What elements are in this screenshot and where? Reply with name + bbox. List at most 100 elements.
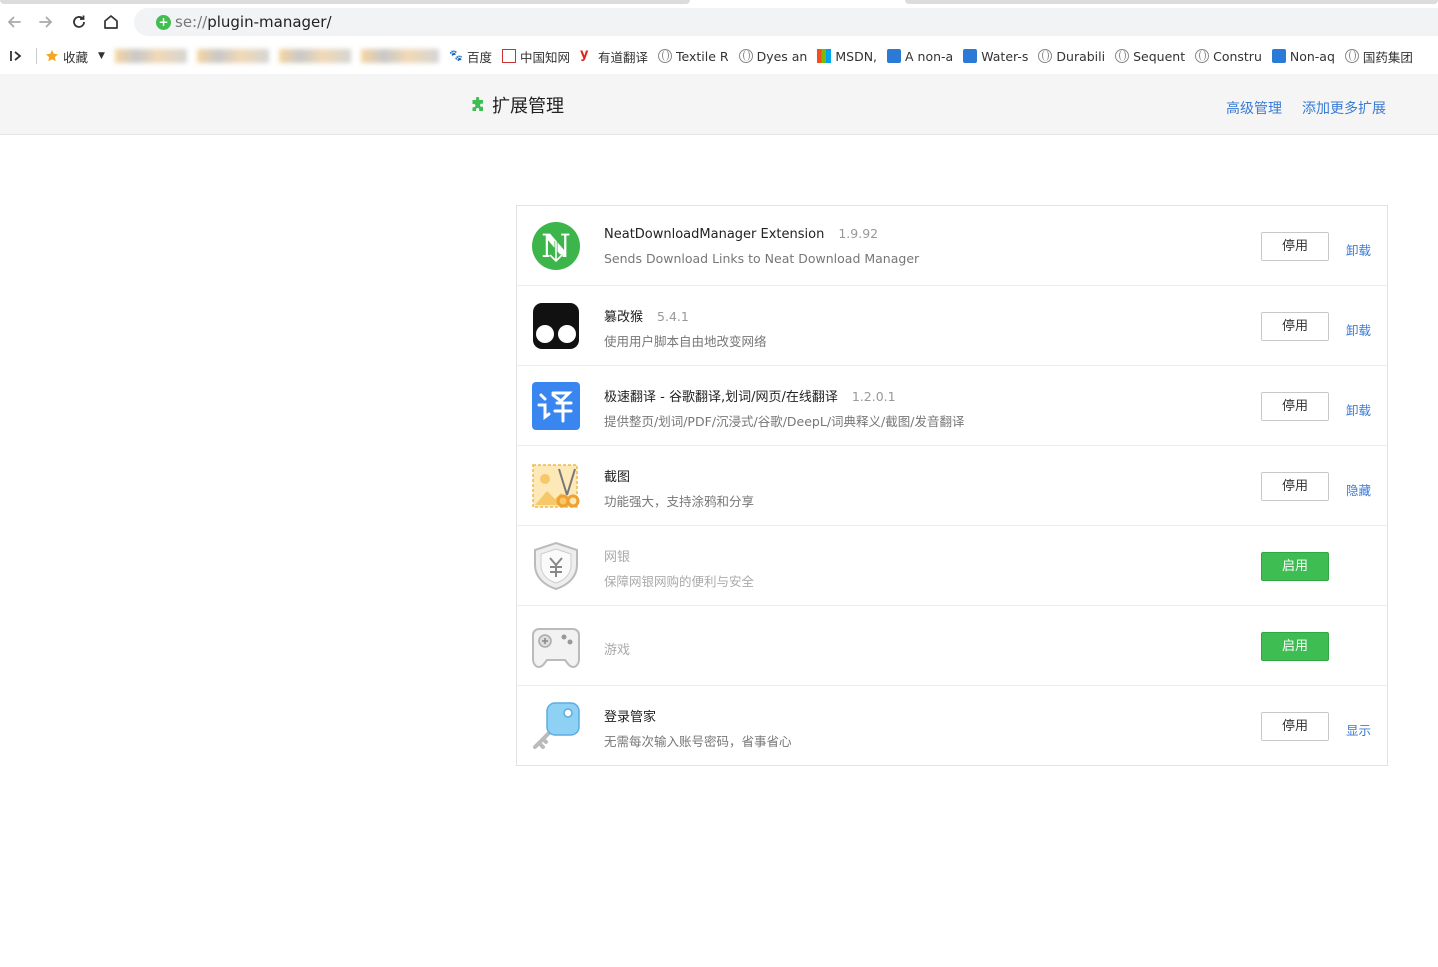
extension-name-line: 篡改猴 5.4.1 — [604, 306, 689, 325]
tab-background — [905, 0, 1438, 4]
hide-link[interactable]: 隐藏 — [1346, 480, 1371, 499]
extension-description: 提供整页/划词/PDF/沉浸式/谷歌/DeepL/词典释义/截图/发音翻译 — [604, 414, 965, 429]
extension-name-line: 网银 — [604, 546, 630, 565]
extension-version: 5.4.1 — [657, 309, 689, 324]
uninstall-link[interactable]: 卸载 — [1346, 400, 1371, 419]
bookmark-item[interactable]: y 有道翻译 — [579, 45, 648, 67]
extension-row-neat-download: N NeatDownloadManager Extension 1.9.92 S… — [517, 206, 1387, 286]
gamepad-icon — [532, 628, 580, 669]
back-button[interactable] — [2, 10, 26, 34]
bookmark-item[interactable]: Textile R — [657, 45, 729, 67]
globe-icon — [738, 49, 753, 63]
bookmark-label: 有道翻译 — [597, 49, 648, 65]
show-link[interactable]: 显示 — [1346, 720, 1371, 739]
address-path: plugin-manager/ — [207, 13, 332, 31]
globe-icon — [1195, 49, 1210, 63]
page-header: 扩展管理 高级管理 添加更多扩展 — [0, 74, 1438, 135]
bookmark-item[interactable]: Constru — [1195, 45, 1262, 67]
blurred-bookmark[interactable] — [196, 49, 269, 63]
bookmark-item[interactable]: Water-s — [963, 45, 1028, 67]
disable-button[interactable]: 停用 — [1261, 312, 1329, 341]
bookmark-label: Sequent — [1133, 48, 1186, 64]
bookmark-item[interactable]: MSDN, — [817, 45, 877, 67]
blurred-bookmark[interactable] — [360, 49, 439, 63]
bookmark-items: 🐾 百度 中国知网 y 有道翻译 Textile R Dyes an MSDN, A non-a… — [448, 45, 1423, 67]
bank-shield-icon — [534, 541, 578, 591]
reload-button[interactable] — [67, 10, 91, 34]
bookmark-item[interactable]: A non-a — [887, 45, 953, 67]
extension-row-fast-translate: 极速翻译 - 谷歌翻译,划词/网页/在线翻译 1.2.0.1 提供整页/划词/P… — [517, 366, 1387, 446]
enable-button[interactable]: 启用 — [1261, 632, 1329, 661]
add-more-extensions-link[interactable]: 添加更多扩展 — [1302, 98, 1386, 118]
reload-icon — [73, 15, 85, 28]
disable-button[interactable]: 停用 — [1261, 472, 1329, 501]
advanced-management-link[interactable]: 高级管理 — [1226, 98, 1282, 118]
bookmark-item[interactable]: Dyes an — [738, 45, 808, 67]
address-scheme: se:// — [175, 13, 208, 31]
extension-name-line: 登录管家 — [604, 706, 656, 725]
sidebar-toggle-button[interactable] — [2, 40, 30, 72]
bookmark-item[interactable]: Sequent — [1115, 45, 1185, 67]
home-icon — [104, 15, 118, 29]
extension-row-screenshot: 截图 功能强大，支持涂鸦和分享 停用 隐藏 — [517, 446, 1387, 526]
uninstall-link[interactable]: 卸载 — [1346, 240, 1371, 259]
home-button[interactable] — [99, 10, 123, 34]
enable-button[interactable]: 启用 — [1261, 552, 1329, 581]
bookmark-item[interactable]: 中国知网 — [501, 45, 570, 67]
globe-icon — [1344, 49, 1359, 63]
screenshot-icon — [532, 464, 580, 508]
youdao-icon: y — [579, 48, 594, 63]
extension-name: 篡改猴 — [604, 310, 644, 325]
extension-description: Sends Download Links to Neat Download Ma… — [604, 251, 920, 266]
bookmark-item[interactable]: 🐾 百度 — [448, 45, 492, 67]
cnki-icon — [501, 49, 516, 63]
extension-row-games: 游戏 启用 — [517, 606, 1387, 686]
extension-row-online-banking: 网银 保障网银网购的便利与安全 启用 — [517, 526, 1387, 606]
bookmark-label: Durabili — [1056, 48, 1106, 64]
extension-version: 1.2.0.1 — [851, 389, 896, 404]
blurred-bookmark[interactable] — [278, 49, 351, 63]
disable-button[interactable]: 停用 — [1261, 392, 1329, 421]
globe-icon — [657, 49, 672, 63]
bookmarks-bar: 收藏 ▼ 🐾 百度 中国知网 y 有道翻译 Textile R Dyes an MSDN, A … — [0, 40, 1438, 72]
tab-background — [0, 0, 690, 4]
baidu-icon: 🐾 — [448, 49, 463, 63]
extension-list: N NeatDownloadManager Extension 1.9.92 S… — [516, 205, 1388, 766]
bookmarks-divider — [36, 48, 37, 64]
extension-version: 1.9.92 — [838, 226, 879, 241]
bookmark-favorites[interactable]: 收藏 ▼ — [45, 45, 105, 67]
extension-row-login-manager: 登录管家 无需每次输入账号密码，省事省心 停用 显示 — [517, 686, 1387, 765]
bookmark-label: Dyes an — [756, 48, 808, 64]
extension-description: 使用用户脚本自由地改变网络 — [604, 334, 767, 349]
tampermonkey-icon — [533, 303, 579, 349]
sidebar-toggle-icon — [10, 51, 22, 61]
extension-name-line: 截图 — [604, 466, 630, 485]
disable-button[interactable]: 停用 — [1261, 232, 1329, 261]
bookmark-item[interactable]: Non-aq — [1271, 45, 1335, 67]
extension-row-tampermonkey: 篡改猴 5.4.1 使用用户脚本自由地改变网络 停用 卸载 — [517, 286, 1387, 366]
extension-name: NeatDownloadManager Extension — [604, 227, 825, 242]
extension-name: 游戏 — [604, 643, 631, 658]
bookmark-label: 国药集团 — [1362, 49, 1413, 65]
blurred-bookmark[interactable] — [114, 49, 187, 63]
puzzle-icon — [472, 97, 483, 111]
bookmark-label: MSDN, — [835, 48, 878, 64]
extension-description: 保障网银网购的便利与安全 — [604, 574, 755, 589]
bookmark-label: A non-a — [905, 48, 954, 64]
extension-description: 无需每次输入账号密码，省事省心 — [604, 734, 792, 749]
msdn-icon — [817, 49, 832, 63]
star-icon — [46, 50, 58, 62]
forward-button[interactable] — [34, 10, 58, 34]
security-shield-icon: + — [156, 14, 171, 30]
uninstall-link[interactable]: 卸载 — [1346, 320, 1371, 339]
disable-button[interactable]: 停用 — [1261, 712, 1329, 741]
site-icon — [1271, 49, 1286, 63]
bookmark-item[interactable]: 国药集团 — [1344, 45, 1413, 67]
address-bar[interactable]: + se:// plugin-manager/ — [134, 8, 1438, 36]
extension-name: 截图 — [604, 470, 631, 485]
bookmark-item[interactable]: Durabili — [1038, 45, 1105, 67]
bookmark-label: 收藏 — [63, 49, 89, 65]
page-title-text: 扩展管理 — [492, 96, 564, 117]
translate-icon — [532, 382, 580, 430]
bookmark-label: Non-aq — [1289, 48, 1335, 64]
